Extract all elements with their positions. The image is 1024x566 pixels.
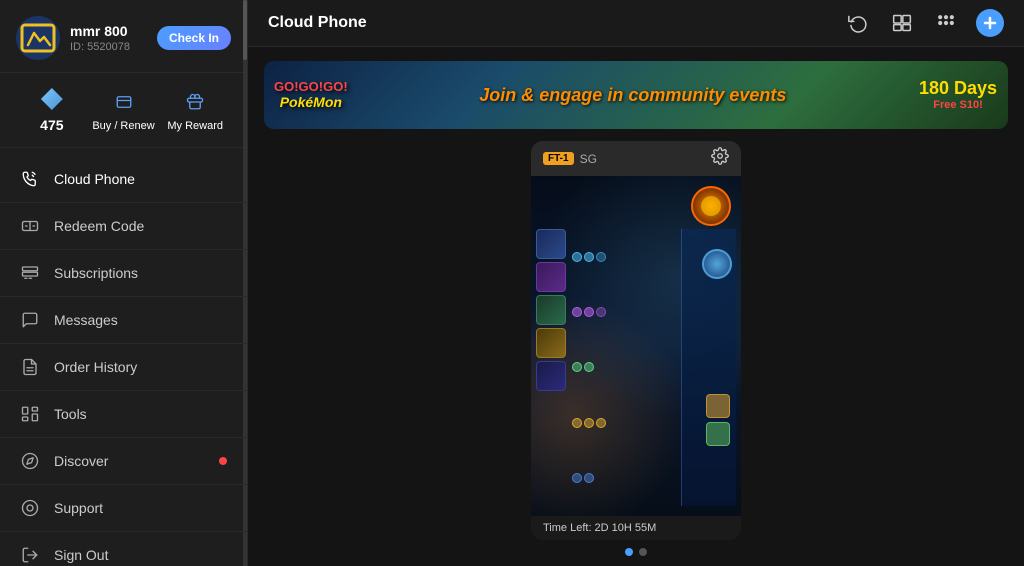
sidebar-item-support[interactable]: Support xyxy=(0,485,247,532)
tools-icon xyxy=(20,404,40,424)
banner-logo: GO!GO!GO! PokéMon xyxy=(274,80,348,110)
ft-badge: FT-1 xyxy=(543,152,574,165)
phone-label: FT-1 SG xyxy=(543,152,597,166)
sidebar-item-sign-out-label: Sign Out xyxy=(54,547,108,563)
carousel-dots xyxy=(625,548,647,556)
banner-text: Join & engage in community events xyxy=(358,85,908,106)
phone-header: FT-1 SG xyxy=(531,141,741,176)
avatar xyxy=(16,16,60,60)
reward-icon xyxy=(179,88,211,116)
apps-button[interactable] xyxy=(932,9,960,37)
banner[interactable]: GO!GO!GO! PokéMon Join & engage in commu… xyxy=(264,61,1008,129)
nav-section: Cloud Phone Redeem Code Subs xyxy=(0,148,247,566)
sidebar-item-order-history[interactable]: Order History xyxy=(0,344,247,391)
points-count: 475 xyxy=(40,117,63,133)
sidebar-item-messages[interactable]: Messages xyxy=(0,297,247,344)
sidebar-item-subscriptions-label: Subscriptions xyxy=(54,265,138,281)
phone-footer: Time Left: 2D 10H 55M xyxy=(531,516,741,540)
profile-section: mmr 800 ID: 5520078 Check In xyxy=(0,0,247,73)
refresh-button[interactable] xyxy=(844,9,872,37)
profile-info: mmr 800 ID: 5520078 xyxy=(70,23,147,53)
buy-renew-label: Buy / Renew xyxy=(92,120,154,132)
phone-screen-content xyxy=(531,176,741,516)
support-icon xyxy=(20,498,40,518)
main-content: Cloud Phone xyxy=(248,0,1024,566)
buy-renew-button[interactable]: Buy / Renew xyxy=(88,88,160,132)
sidebar: mmr 800 ID: 5520078 Check In 475 Buy / R… xyxy=(0,0,248,566)
profile-name: mmr 800 xyxy=(70,23,147,39)
cloud-phone-icon xyxy=(20,169,40,189)
redeem-code-icon xyxy=(20,216,40,236)
add-button[interactable] xyxy=(976,9,1004,37)
sidebar-item-support-label: Support xyxy=(54,500,103,516)
carousel-dot-2[interactable] xyxy=(639,548,647,556)
plus-icon xyxy=(982,15,998,31)
game-top xyxy=(536,181,736,226)
page-title: Cloud Phone xyxy=(268,14,367,32)
sign-out-icon xyxy=(20,545,40,565)
notification-dot xyxy=(219,457,227,465)
icons-row: 475 Buy / Renew My Reward xyxy=(0,73,247,148)
diamond-icon xyxy=(36,85,68,113)
avatar-logo-icon xyxy=(20,23,56,53)
banner-promo: 180 Days Free S10! xyxy=(918,78,998,113)
points-button[interactable]: 475 xyxy=(16,85,88,135)
phone-area: FT-1 SG xyxy=(248,141,1024,566)
messages-icon xyxy=(20,310,40,330)
sidebar-item-tools-label: Tools xyxy=(54,406,87,422)
time-left: Time Left: 2D 10H 55M xyxy=(543,522,656,534)
profile-id: ID: 5520078 xyxy=(70,41,147,53)
header: Cloud Phone xyxy=(248,0,1024,47)
sidebar-item-order-history-label: Order History xyxy=(54,359,137,375)
sidebar-item-sign-out[interactable]: Sign Out xyxy=(0,532,247,566)
phone-container: FT-1 SG xyxy=(531,141,741,540)
sidebar-item-tools[interactable]: Tools xyxy=(0,391,247,438)
discover-icon xyxy=(20,451,40,471)
subscriptions-icon xyxy=(20,263,40,283)
order-history-icon xyxy=(20,357,40,377)
sidebar-item-redeem-code[interactable]: Redeem Code xyxy=(0,203,247,250)
sidebar-item-messages-label: Messages xyxy=(54,312,118,328)
check-in-button[interactable]: Check In xyxy=(157,26,231,50)
buy-renew-icon xyxy=(108,88,140,116)
settings-icon[interactable] xyxy=(711,147,729,170)
my-reward-button[interactable]: My Reward xyxy=(159,88,231,132)
phone-screen[interactable] xyxy=(531,176,741,516)
sidebar-item-subscriptions[interactable]: Subscriptions xyxy=(0,250,247,297)
sidebar-item-redeem-code-label: Redeem Code xyxy=(54,218,144,234)
sidebar-item-cloud-phone-label: Cloud Phone xyxy=(54,171,135,187)
sidebar-item-cloud-phone[interactable]: Cloud Phone xyxy=(0,156,247,203)
carousel-dot-1[interactable] xyxy=(625,548,633,556)
header-actions xyxy=(844,9,1004,37)
sg-label: SG xyxy=(580,152,597,166)
layout-button[interactable] xyxy=(888,9,916,37)
sidebar-item-discover[interactable]: Discover xyxy=(0,438,247,485)
my-reward-label: My Reward xyxy=(167,120,223,132)
sidebar-item-discover-label: Discover xyxy=(54,453,108,469)
banner-content: GO!GO!GO! PokéMon Join & engage in commu… xyxy=(264,61,1008,129)
